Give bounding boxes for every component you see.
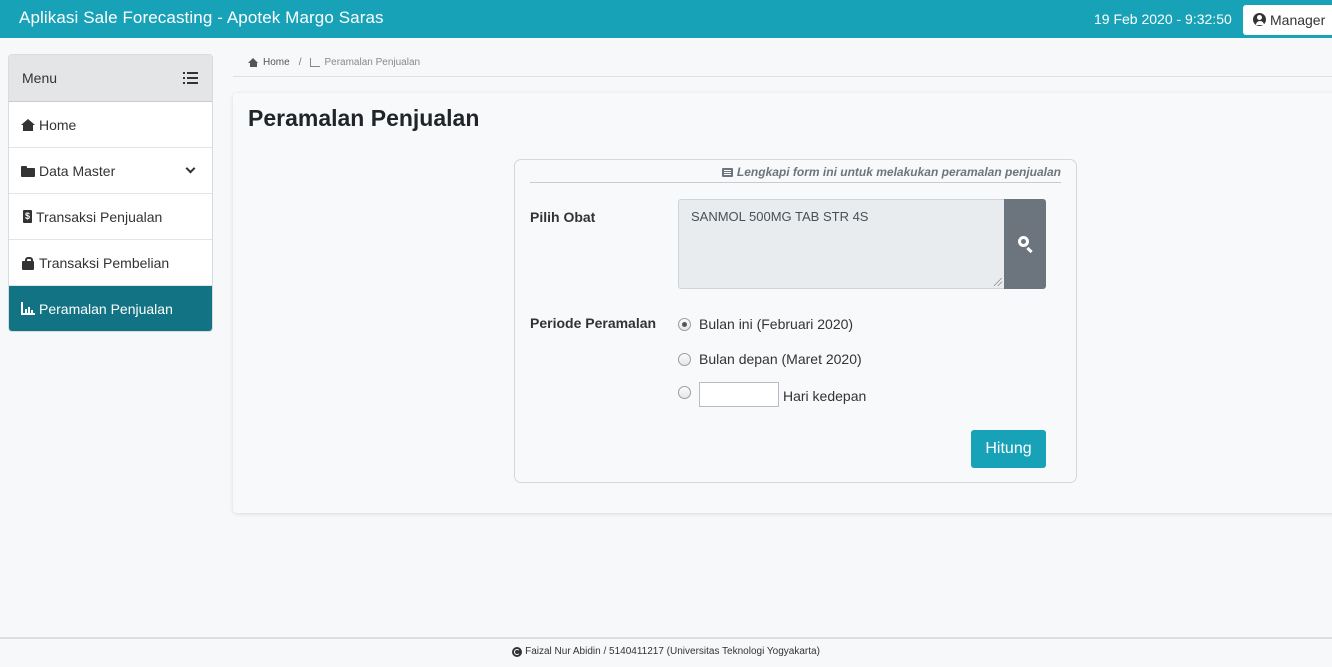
form-hint: Lengkapi form ini untuk melakukan perama… xyxy=(721,165,1061,179)
resize-grip-icon[interactable] xyxy=(994,278,1002,286)
list-alt-icon xyxy=(721,167,733,177)
bar-chart-icon xyxy=(21,301,35,316)
search-obat-button[interactable] xyxy=(1004,199,1046,289)
breadcrumb-separator: / xyxy=(298,57,302,68)
forecast-form: Lengkapi form ini untuk melakukan perama… xyxy=(514,159,1077,483)
obat-value: SANMOL 500MG TAB STR 4S xyxy=(691,209,869,224)
user-menu-button[interactable]: Manager xyxy=(1243,5,1332,35)
hari-input[interactable] xyxy=(699,382,779,407)
datetime-display: 19 Feb 2020 - 9:32:50 xyxy=(1094,11,1232,27)
radio-label: Bulan depan (Maret 2020) xyxy=(699,351,862,367)
footer-divider xyxy=(0,637,1332,639)
radio-bulan-ini[interactable] xyxy=(678,317,691,331)
breadcrumb: Home / Peramalan Penjualan xyxy=(248,57,420,68)
sidebar-item-peramalan-penjualan[interactable]: Peramalan Penjualan xyxy=(9,286,212,331)
obat-textarea[interactable]: SANMOL 500MG TAB STR 4S xyxy=(678,199,1005,289)
home-icon xyxy=(21,118,35,132)
breadcrumb-home-link[interactable]: Home xyxy=(263,57,290,68)
periode-label: Periode Peramalan xyxy=(530,315,657,331)
radio-label: Hari kedepan xyxy=(783,387,867,404)
search-icon xyxy=(1018,236,1029,247)
radio-bulan-depan[interactable] xyxy=(678,352,691,366)
sidebar-item-label: Transaksi Pembelian xyxy=(39,254,170,271)
list-icon[interactable] xyxy=(183,72,198,84)
footer: Faizal Nur Abidin / 5140411217 (Universi… xyxy=(0,646,1332,657)
copyright-icon xyxy=(512,646,523,657)
hitung-button[interactable]: Hitung xyxy=(971,430,1046,468)
user-circle-icon xyxy=(1253,13,1266,26)
folder-icon xyxy=(21,164,35,178)
sidebar-item-label: Peramalan Penjualan xyxy=(39,300,173,317)
radio-option-bulan-ini[interactable]: Bulan ini (Februari 2020) xyxy=(678,316,853,332)
breadcrumb-current: Peramalan Penjualan xyxy=(324,57,421,68)
sidebar-item-label: Home xyxy=(39,116,77,133)
sidebar-item-home[interactable]: Home xyxy=(9,102,212,148)
user-label: Manager xyxy=(1270,12,1326,28)
footer-text: Faizal Nur Abidin / 5140411217 (Universi… xyxy=(525,646,820,657)
radio-hari-kedepan[interactable] xyxy=(678,386,691,399)
sidebar-item-transaksi-penjualan[interactable]: Transaksi Penjualan xyxy=(9,194,212,240)
sidebar-menu-header: Menu xyxy=(9,55,212,102)
shopping-bag-icon xyxy=(21,256,35,270)
form-hint-text: Lengkapi form ini untuk melakukan perama… xyxy=(736,165,1061,179)
top-navbar: Aplikasi Sale Forecasting - Apotek Margo… xyxy=(0,0,1332,38)
bar-chart-icon xyxy=(310,58,321,67)
pilih-obat-label: Pilih Obat xyxy=(530,209,596,225)
sidebar-item-data-master[interactable]: Data Master xyxy=(9,148,212,194)
sidebar-item-label: Data Master xyxy=(39,162,116,179)
breadcrumb-divider xyxy=(233,76,1332,77)
app-title: Aplikasi Sale Forecasting - Apotek Margo… xyxy=(19,8,384,27)
chevron-down-icon xyxy=(185,163,196,174)
radio-option-hari-kedepan[interactable]: Hari kedepan xyxy=(678,382,866,407)
invoice-icon xyxy=(21,209,33,224)
sidebar: Menu Home Data Master Transaksi Penjuala… xyxy=(8,54,213,332)
sidebar-item-label: Transaksi Penjualan xyxy=(36,208,163,225)
radio-option-bulan-depan[interactable]: Bulan depan (Maret 2020) xyxy=(678,351,862,367)
page-title: Peramalan Penjualan xyxy=(248,105,480,131)
radio-label: Bulan ini (Februari 2020) xyxy=(699,316,854,332)
home-icon xyxy=(248,57,259,68)
menu-title: Menu xyxy=(22,70,58,86)
sidebar-item-transaksi-pembelian[interactable]: Transaksi Pembelian xyxy=(9,240,212,286)
form-divider xyxy=(530,182,1061,183)
